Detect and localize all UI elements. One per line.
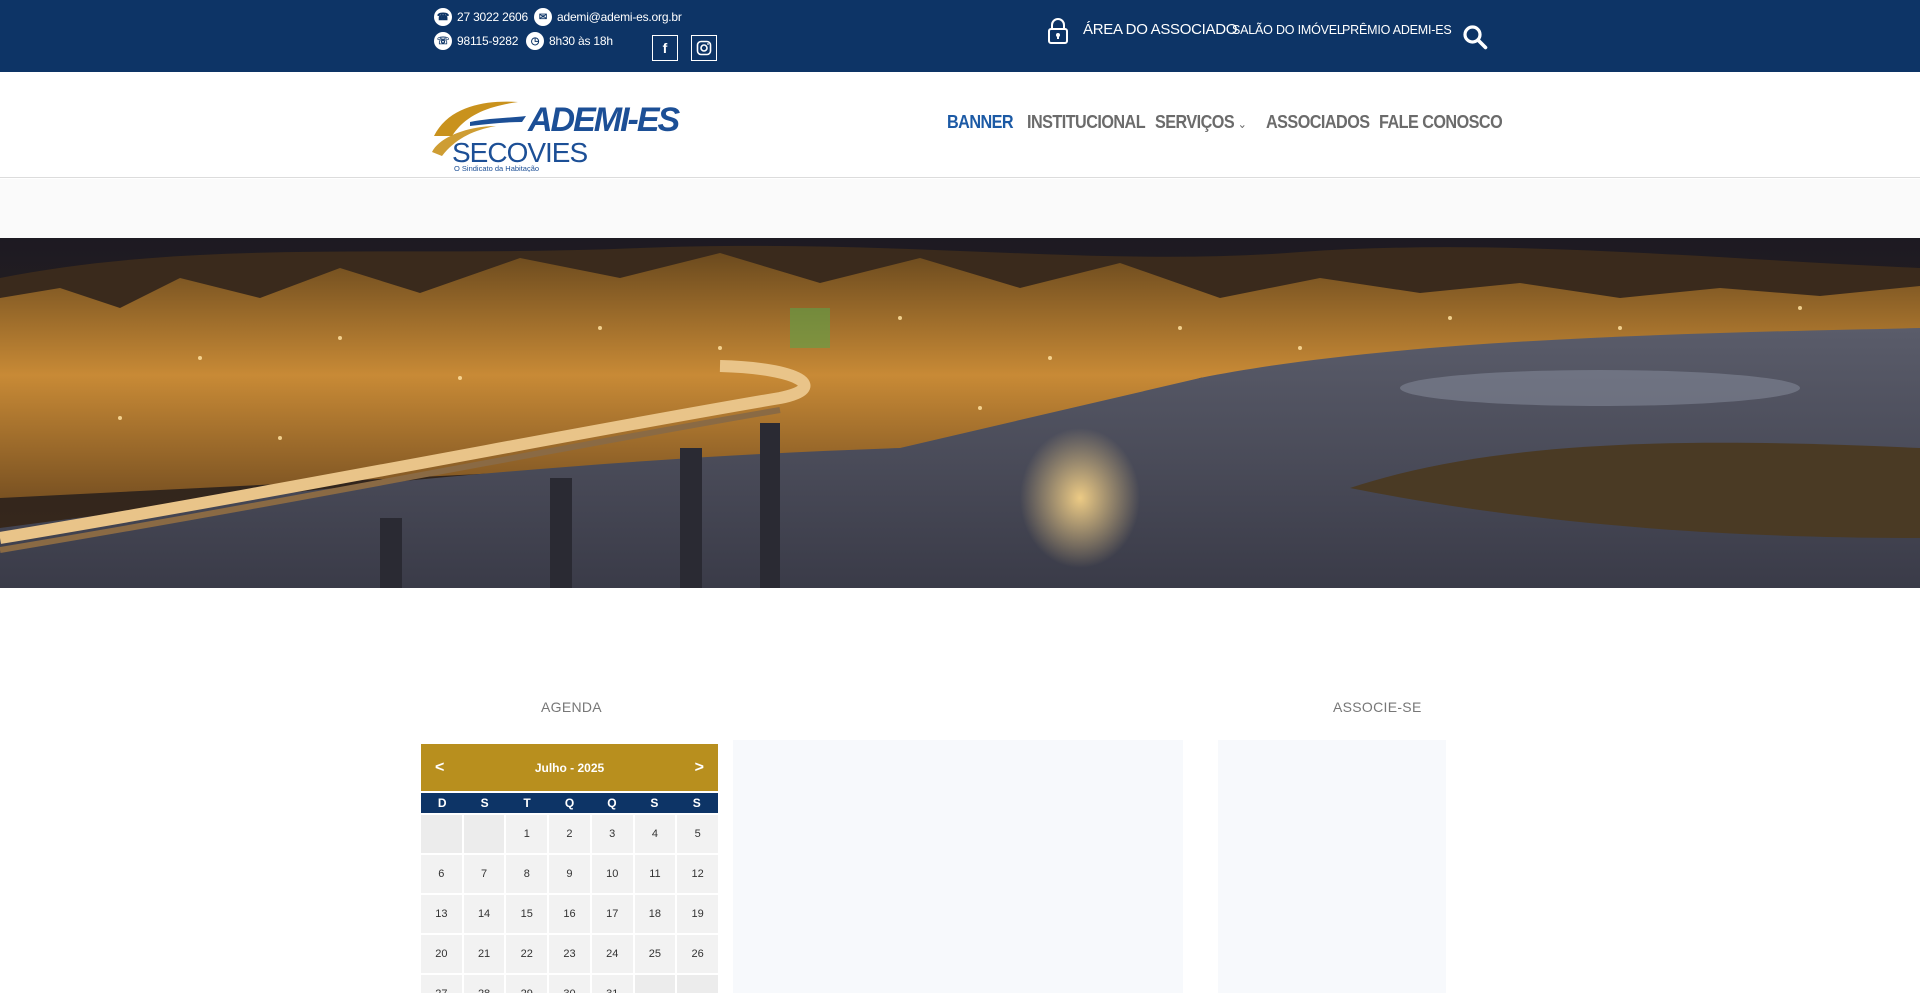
- calendar-weekdays: D S T Q Q S S: [421, 791, 718, 813]
- calendar-month-label: Julho - 2025: [534, 760, 605, 775]
- agenda-calendar: < Julho - 2025 > D S T Q Q S S 123456789…: [421, 744, 718, 993]
- hours-info: ◷ 8h30 às 18h: [526, 32, 613, 50]
- logo-tagline: O Sindicato da Habitação: [454, 164, 539, 172]
- instagram-link[interactable]: [691, 35, 717, 61]
- nav-servicos[interactable]: SERVIÇOS ⌄: [1155, 112, 1247, 133]
- calendar-day[interactable]: 6: [421, 855, 462, 893]
- calendar-day[interactable]: 10: [591, 855, 633, 893]
- phone-number: 27 3022 2606: [457, 10, 529, 24]
- facebook-link[interactable]: f: [652, 35, 678, 61]
- clock-icon: ◷: [526, 32, 544, 50]
- chevron-down-icon: ⌄: [1237, 117, 1247, 131]
- logo[interactable]: ADEMI-ES SECOVIES O Sindicato da Habitaç…: [430, 92, 685, 172]
- associe-se-panel[interactable]: [1218, 740, 1446, 993]
- calendar-next-button[interactable]: >: [695, 759, 704, 777]
- nav-servicos-label: SERVIÇOS: [1155, 112, 1235, 132]
- site-header: ADEMI-ES SECOVIES O Sindicato da Habitaç…: [0, 72, 1920, 178]
- header-spacer: [0, 179, 1920, 238]
- calendar-day[interactable]: 1: [506, 815, 548, 853]
- calendar-day[interactable]: 5: [677, 815, 718, 853]
- weekday-label: Q: [607, 796, 617, 810]
- weekday-label: T: [523, 796, 531, 810]
- calendar-day[interactable]: 4: [634, 815, 676, 853]
- email-address: ademi@ademi-es.org.br: [557, 10, 682, 24]
- calendar-day[interactable]: 24: [591, 935, 633, 973]
- hours-text: 8h30 às 18h: [549, 34, 613, 48]
- calendar-day[interactable]: 16: [549, 895, 590, 933]
- calendar-day[interactable]: 26: [677, 935, 718, 973]
- whatsapp-contact[interactable]: ☏ 98115-9282: [434, 32, 518, 50]
- calendar-day[interactable]: 11: [634, 855, 676, 893]
- calendar-day[interactable]: 14: [463, 895, 505, 933]
- calendar-prev-button[interactable]: <: [435, 759, 444, 777]
- featured-banner-panel[interactable]: [733, 740, 1183, 993]
- city-night-photo: [0, 238, 1920, 588]
- calendar-day[interactable]: 27: [421, 975, 462, 993]
- weekday-label: D: [437, 796, 447, 810]
- top-bar: ☎ 27 3022 2606 ✉ ademi@ademi-es.org.br ☏…: [0, 0, 1920, 72]
- nav-associados[interactable]: ASSOCIADOS: [1266, 112, 1370, 133]
- calendar-day[interactable]: 17: [591, 895, 633, 933]
- email-icon: ✉: [534, 8, 552, 26]
- associe-title: ASSOCIE-SE: [1333, 699, 1422, 715]
- calendar-day[interactable]: 8: [506, 855, 548, 893]
- calendar-day[interactable]: 28: [463, 975, 505, 993]
- calendar-day[interactable]: 9: [549, 855, 590, 893]
- facebook-icon: f: [662, 40, 668, 56]
- lock-icon[interactable]: [1047, 18, 1069, 44]
- calendar-day[interactable]: 12: [677, 855, 718, 893]
- instagram-icon: [696, 40, 712, 56]
- hero-banner-image: [0, 238, 1920, 588]
- calendar-grid: 1 2 3 4 5 6 7 8 9 10 11 12 13 14 15 16 17 18 19 20 21 22 23 24 2…: [421, 815, 718, 993]
- calendar-day[interactable]: 2: [549, 815, 590, 853]
- calendar-empty-cell: [677, 975, 718, 993]
- premio-ademi-link[interactable]: PRÊMIO ADEMI-ES: [1342, 23, 1452, 37]
- calendar-empty-cell: [463, 815, 505, 853]
- salao-imovel-link[interactable]: SALÃO DO IMÓVEL: [1232, 23, 1344, 37]
- calendar-day[interactable]: 30: [549, 975, 590, 993]
- calendar-day[interactable]: 18: [634, 895, 676, 933]
- calendar-day[interactable]: 3: [591, 815, 633, 853]
- calendar-day[interactable]: 15: [506, 895, 548, 933]
- nav-banner[interactable]: BANNER: [947, 112, 1014, 133]
- search-icon[interactable]: [1462, 24, 1488, 50]
- calendar-day[interactable]: 25: [634, 935, 676, 973]
- phone-icon: ☎: [434, 8, 452, 26]
- whatsapp-icon: ☏: [434, 32, 452, 50]
- logo-ademi-text: ADEMI-ES: [527, 101, 681, 139]
- nav-institucional[interactable]: INSTITUCIONAL: [1027, 112, 1146, 133]
- weekday-label: S: [480, 796, 489, 810]
- weekday-label: S: [692, 796, 701, 810]
- whatsapp-number: 98115-9282: [457, 34, 519, 48]
- area-associado-link[interactable]: ÁREA DO ASSOCIADO: [1083, 21, 1237, 38]
- weekday-label: Q: [564, 796, 575, 810]
- agenda-title: AGENDA: [541, 699, 602, 715]
- calendar-header: < Julho - 2025 >: [421, 744, 718, 791]
- email-contact[interactable]: ✉ ademi@ademi-es.org.br: [534, 8, 682, 26]
- calendar-day[interactable]: 13: [421, 895, 462, 933]
- nav-fale-conosco[interactable]: FALE CONOSCO: [1379, 112, 1503, 133]
- calendar-empty-cell: [421, 815, 462, 853]
- phone-contact[interactable]: ☎ 27 3022 2606: [434, 8, 528, 26]
- calendar-day[interactable]: 29: [506, 975, 548, 993]
- calendar-day[interactable]: 21: [463, 935, 505, 973]
- calendar-day[interactable]: 22: [506, 935, 548, 973]
- calendar-day[interactable]: 23: [549, 935, 590, 973]
- calendar-day[interactable]: 19: [677, 895, 718, 933]
- weekday-label: S: [650, 796, 659, 810]
- calendar-empty-cell: [634, 975, 676, 993]
- calendar-day[interactable]: 7: [463, 855, 505, 893]
- calendar-day[interactable]: 20: [421, 935, 462, 973]
- calendar-day[interactable]: 31: [591, 975, 633, 993]
